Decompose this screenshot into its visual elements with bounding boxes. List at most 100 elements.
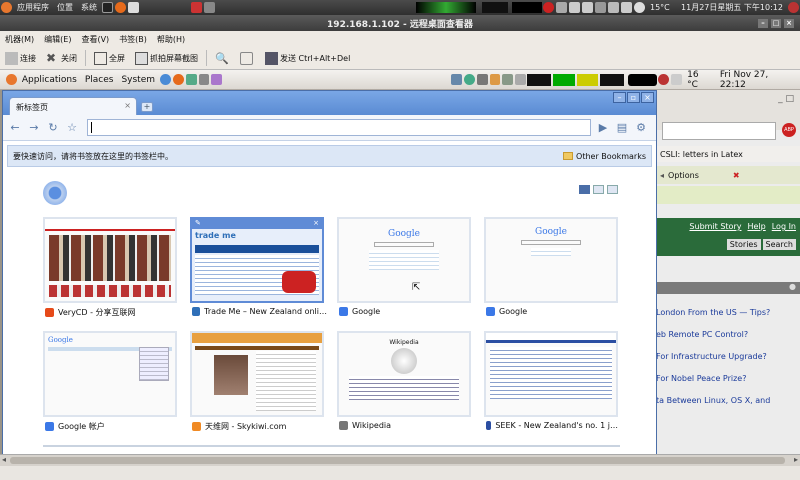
- menu-applications[interactable]: 应用程序: [13, 2, 53, 13]
- menu-bookmarks[interactable]: 书签(B): [114, 34, 152, 45]
- ff-headline-link[interactable]: ta Between Linux, OS X, and: [656, 390, 800, 412]
- chat-icon[interactable]: [621, 2, 632, 13]
- thumb-label-seek[interactable]: SEEK - New Zealand's no. 1 j…: [486, 421, 618, 430]
- menu-help[interactable]: 帮助(H): [152, 34, 190, 45]
- remote-menu-system[interactable]: System: [117, 75, 159, 85]
- tray-icon-4[interactable]: [489, 74, 501, 85]
- ff-submit-story-link[interactable]: Submit Story: [689, 222, 741, 231]
- shutdown-icon[interactable]: [788, 2, 799, 13]
- menu-machine[interactable]: 机器(M): [0, 34, 39, 45]
- chrome-launcher-icon[interactable]: [160, 74, 171, 85]
- forward-icon[interactable]: →: [26, 120, 42, 136]
- ff-login-link[interactable]: Log In: [772, 222, 796, 231]
- ff-panel-close-icon[interactable]: ●: [789, 282, 796, 291]
- thumbnail-verycd[interactable]: [43, 217, 177, 303]
- new-tab-button[interactable]: +: [141, 102, 153, 112]
- app-launcher-icon[interactable]: [185, 74, 197, 85]
- send-ctrl-alt-del-button[interactable]: 发送 Ctrl+Alt+Del: [260, 48, 355, 68]
- ff-headline-link[interactable]: London From the US — Tips?: [656, 302, 800, 324]
- terminal-icon[interactable]: [102, 2, 113, 13]
- ff-headline-link[interactable]: For Nobel Peace Prize?: [656, 368, 800, 390]
- power-icon[interactable]: [543, 2, 554, 13]
- tray-icon-3[interactable]: [476, 74, 488, 85]
- star-icon[interactable]: ☆: [64, 120, 80, 136]
- thumbnail-trademe[interactable]: ✎ × trade me: [190, 217, 324, 303]
- scroll-left-icon[interactable]: ◂: [2, 455, 6, 464]
- wrench-icon[interactable]: ⚙: [633, 120, 649, 136]
- remote-ubuntu-logo-icon[interactable]: [6, 74, 17, 85]
- ff-address-field[interactable]: [662, 122, 776, 140]
- tray-icon-1[interactable]: [451, 74, 462, 85]
- back-icon[interactable]: ←: [7, 120, 23, 136]
- list-view-icon[interactable]: [593, 185, 604, 194]
- thumbnail-seek[interactable]: [484, 331, 618, 417]
- battery-icon[interactable]: [582, 2, 593, 13]
- tray-icon-5[interactable]: [502, 74, 514, 85]
- thumbnail-wikipedia[interactable]: Wikipedia: [337, 331, 471, 417]
- thumbnail-skykiwi[interactable]: [190, 331, 324, 417]
- thumb-pin-icon[interactable]: ✎: [195, 219, 201, 229]
- thumbnail-google-account[interactable]: Google: [43, 331, 177, 417]
- menu-edit[interactable]: 编辑(E): [39, 34, 76, 45]
- ff-tab[interactable]: CSLI: letters in Latex: [656, 146, 800, 162]
- chrome-close-icon[interactable]: ×: [641, 92, 654, 103]
- thumb-remove-icon[interactable]: ×: [313, 219, 319, 229]
- firefox-icon[interactable]: [115, 2, 126, 13]
- thumb-label-trademe[interactable]: Trade Me – New Zealand onli…: [192, 307, 327, 316]
- go-icon[interactable]: ▶: [595, 120, 611, 136]
- chrome-maximize-icon[interactable]: ▫: [627, 92, 640, 103]
- thumbnail-google-2[interactable]: Google: [484, 217, 618, 303]
- zoom-button[interactable]: 🔍: [210, 48, 235, 68]
- remote-stop-icon[interactable]: [658, 74, 670, 85]
- firefox-launcher-icon[interactable]: [172, 74, 184, 85]
- adblock-icon[interactable]: ABP: [782, 123, 796, 137]
- ubuntu-logo-icon[interactable]: [1, 2, 12, 13]
- ff-headline-link[interactable]: For Infrastructure Upgrade?: [656, 346, 800, 368]
- thumbnail-google-1[interactable]: Google ⇱: [337, 217, 471, 303]
- tab-new-tab[interactable]: 新标签页 ×: [9, 97, 137, 115]
- lock-button[interactable]: [235, 48, 260, 68]
- remote-menu-applications[interactable]: Applications: [18, 75, 81, 85]
- remote-desktop-icon[interactable]: [204, 2, 215, 13]
- horizontal-scrollbar[interactable]: ◂ ▸: [0, 454, 800, 466]
- ff-help-link[interactable]: Help: [747, 222, 765, 231]
- ff-stories-button[interactable]: Stories: [726, 239, 761, 250]
- other-bookmarks-button[interactable]: Other Bookmarks: [563, 152, 646, 161]
- thumb-label-skykiwi[interactable]: 天维网 - Skykiwi.com: [192, 421, 332, 432]
- ff-left-arrow-icon[interactable]: ◂: [660, 171, 664, 180]
- ff-options-button[interactable]: Options: [668, 171, 699, 180]
- page-menu-icon[interactable]: ▤: [614, 120, 630, 136]
- grid-view-icon[interactable]: [579, 185, 590, 194]
- maximize-icon[interactable]: □: [771, 18, 781, 28]
- volume-icon[interactable]: [595, 2, 606, 13]
- thumb-label-google-1[interactable]: Google: [339, 307, 479, 316]
- launcher-icon[interactable]: [198, 74, 210, 85]
- tray-icon-6[interactable]: [515, 74, 527, 85]
- menu-view[interactable]: 查看(V): [76, 34, 114, 45]
- menu-system[interactable]: 系统: [77, 2, 101, 13]
- outer-clock[interactable]: 11月27日星期五 下午10:12: [677, 2, 787, 13]
- remote-clock[interactable]: Fri Nov 27, 22:12: [716, 70, 800, 90]
- minimize-icon[interactable]: –: [758, 18, 768, 28]
- collapse-icon[interactable]: [607, 185, 618, 194]
- close-connection-button[interactable]: ✖ 关闭: [41, 48, 82, 68]
- thumb-label-google-2[interactable]: Google: [486, 307, 626, 316]
- ff-search-button[interactable]: Search: [762, 239, 796, 250]
- app-icon[interactable]: [191, 2, 202, 13]
- mail-tray-icon[interactable]: [556, 2, 567, 13]
- tray-icon-2[interactable]: [463, 74, 475, 85]
- close-icon[interactable]: ×: [784, 18, 794, 28]
- mail-icon[interactable]: [128, 2, 139, 13]
- screenshot-button[interactable]: 抓拍屏幕截图: [130, 48, 203, 68]
- reload-icon[interactable]: ↻: [45, 120, 61, 136]
- thumb-label-verycd[interactable]: VeryCD - 分享互联网: [45, 307, 185, 318]
- tab-close-icon[interactable]: ×: [124, 101, 131, 110]
- connect-button[interactable]: 连接: [0, 48, 41, 68]
- thumb-label-wikipedia[interactable]: Wikipedia: [339, 421, 479, 430]
- launcher-icon-2[interactable]: [211, 74, 223, 85]
- omnibox[interactable]: [87, 119, 591, 136]
- chrome-minimize-icon[interactable]: –: [613, 92, 626, 103]
- remote-menu-places[interactable]: Places: [81, 75, 118, 85]
- bluetooth-icon[interactable]: [569, 2, 580, 13]
- menu-places[interactable]: 位置: [53, 2, 77, 13]
